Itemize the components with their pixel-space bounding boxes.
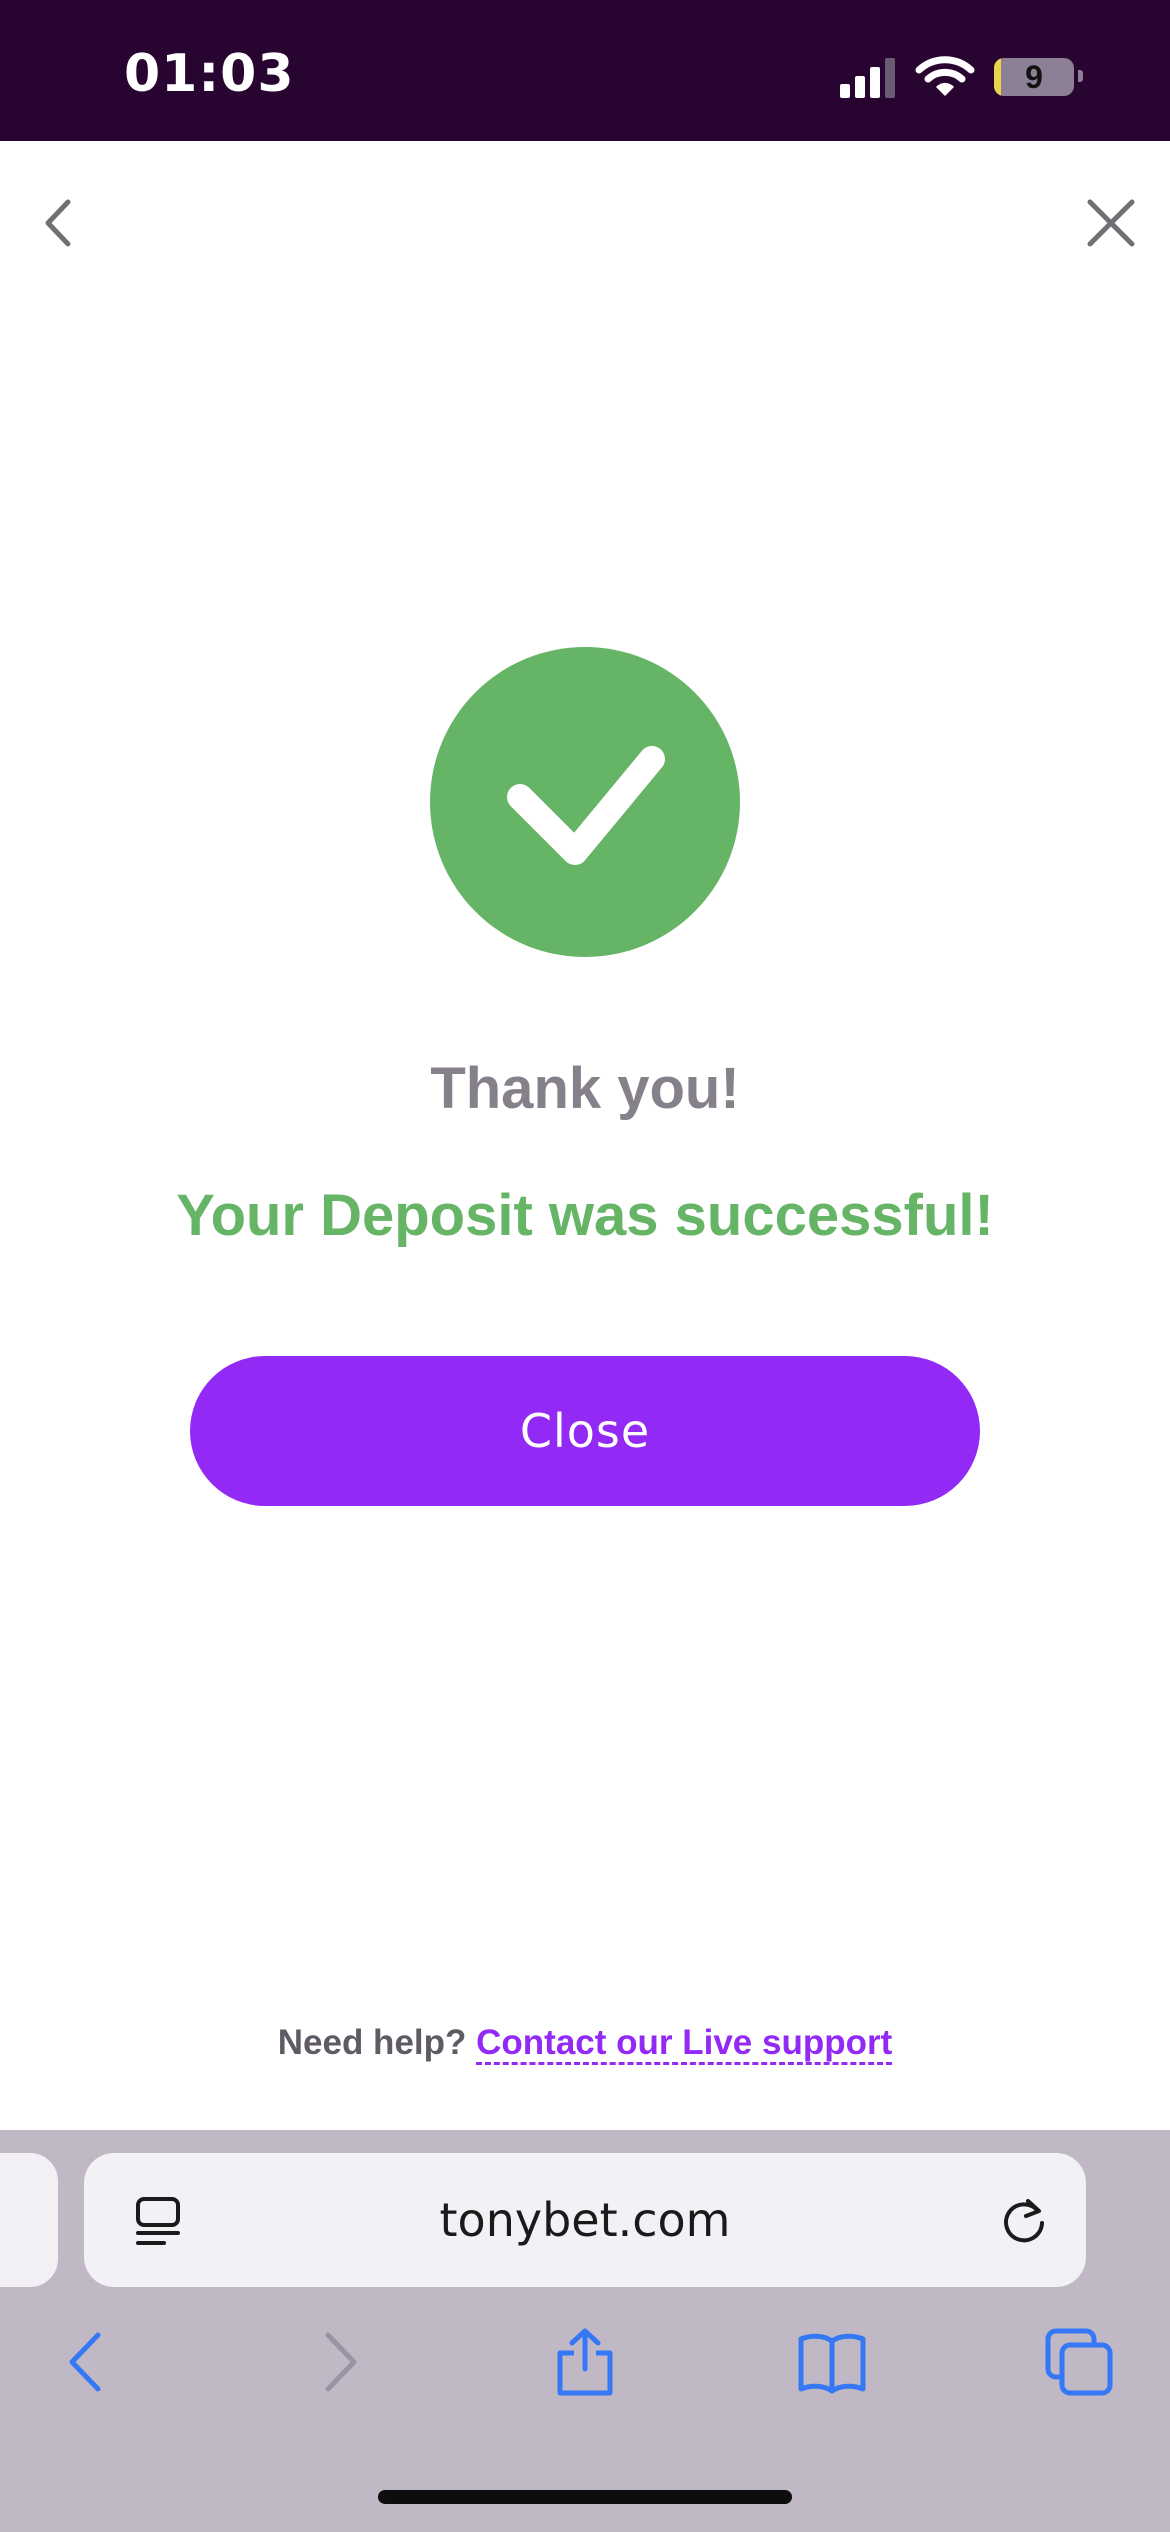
chevron-left-icon[interactable] xyxy=(38,196,78,250)
address-bar[interactable]: tonybet.com xyxy=(84,2153,1086,2287)
thank-you-title: Thank you! xyxy=(430,1056,740,1121)
status-bar: 01:03 9 xyxy=(0,0,1170,141)
status-time: 01:03 xyxy=(124,44,295,104)
previous-tab-preview[interactable] xyxy=(0,2153,58,2287)
wifi-icon xyxy=(915,56,975,96)
close-button[interactable]: Close xyxy=(190,1356,980,1506)
help-line: Need help? Contact our Live support xyxy=(0,2023,1170,2065)
checkmark-icon xyxy=(507,746,665,865)
tabs-icon[interactable] xyxy=(1044,2327,1114,2397)
home-indicator xyxy=(378,2490,792,2504)
url-text: tonybet.com xyxy=(439,2193,731,2247)
cellular-signal-icon xyxy=(840,58,895,98)
deposit-success-message: Your Deposit was successful! xyxy=(176,1183,994,1248)
back-icon[interactable] xyxy=(52,2327,122,2397)
reload-icon[interactable] xyxy=(998,2195,1050,2247)
forward-icon[interactable] xyxy=(304,2327,374,2397)
bookmarks-icon[interactable] xyxy=(797,2327,867,2397)
close-icon[interactable] xyxy=(1084,196,1138,250)
help-prefix: Need help? xyxy=(277,2023,467,2062)
battery-cap xyxy=(1078,70,1083,82)
battery-level: 9 xyxy=(1025,59,1043,95)
success-badge xyxy=(430,647,740,957)
live-support-link[interactable]: Contact our Live support xyxy=(476,2023,893,2065)
battery-icon: 9 xyxy=(994,58,1074,96)
share-icon[interactable] xyxy=(550,2327,620,2397)
